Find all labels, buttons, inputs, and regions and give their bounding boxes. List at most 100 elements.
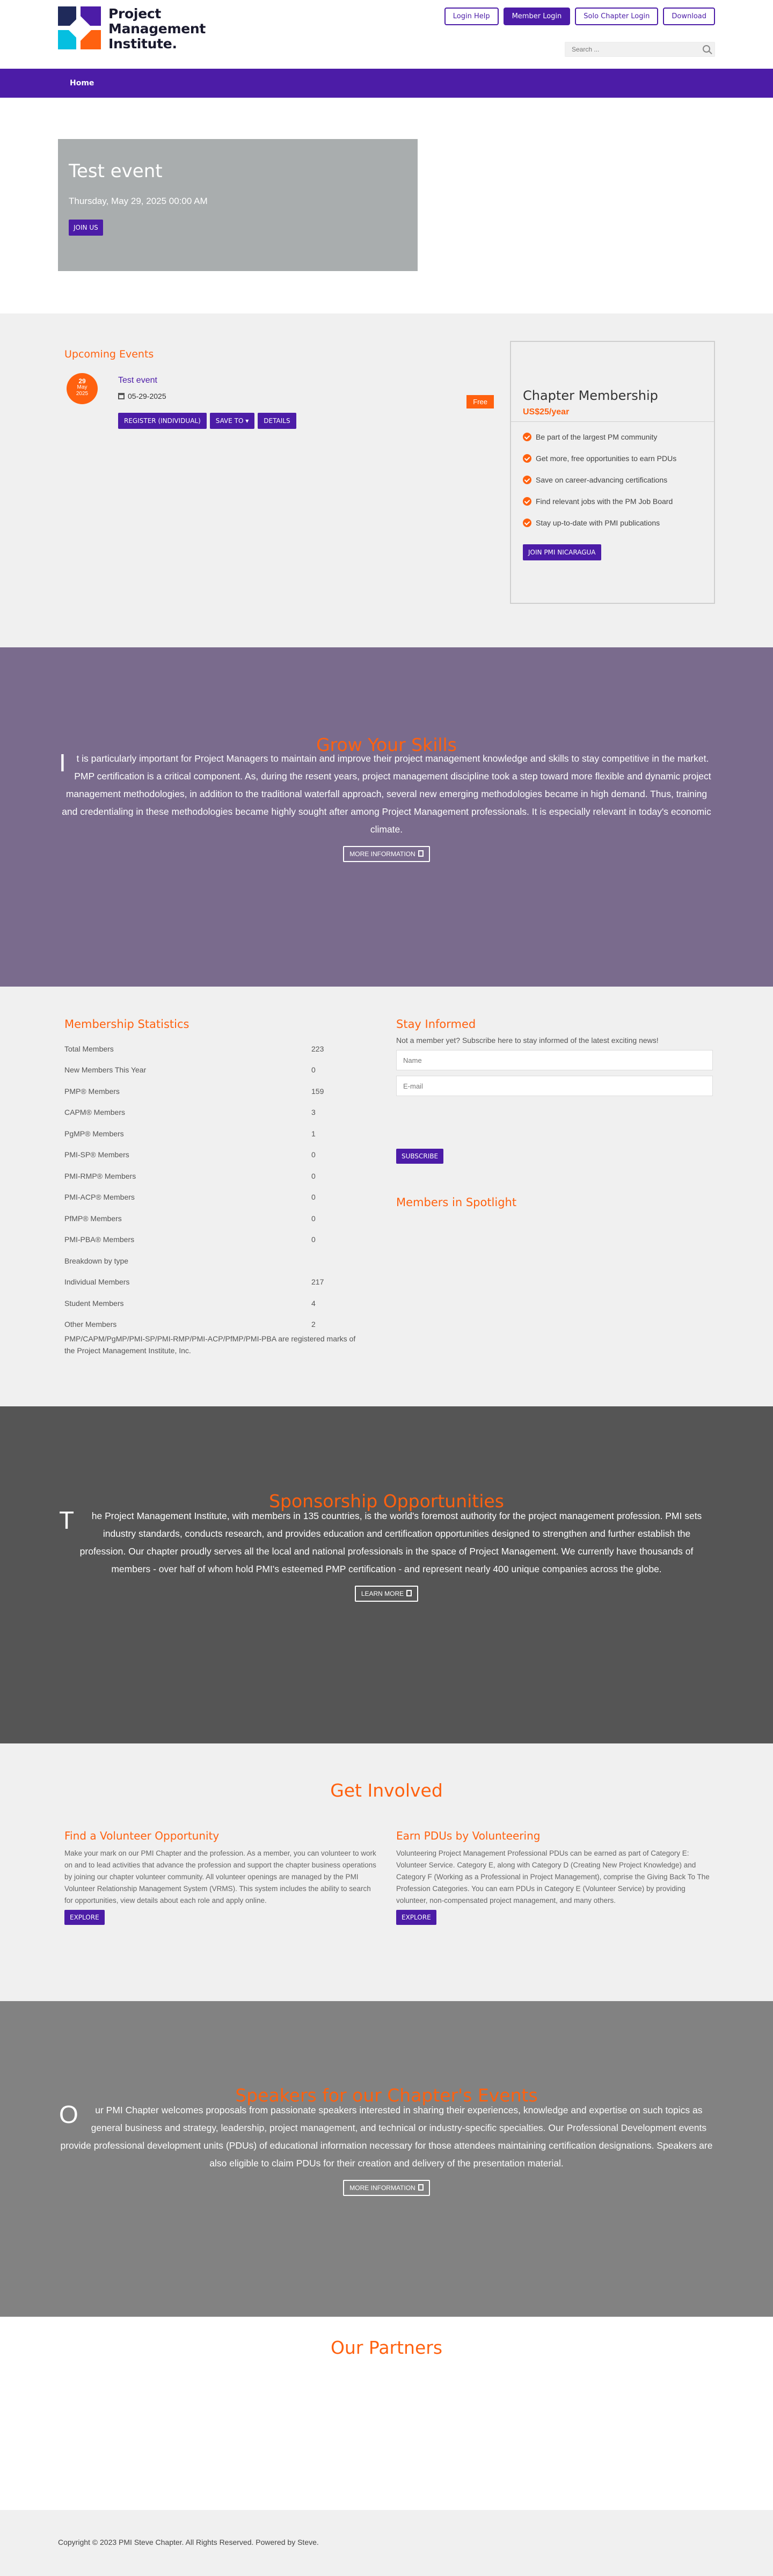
check-circle-icon xyxy=(523,454,531,463)
stats-section: Membership Statistics Total Members 223 Ne… xyxy=(0,987,773,1406)
solo-chapter-login-button[interactable]: Solo Chapter Login xyxy=(575,8,659,25)
stats-label: Total Members xyxy=(64,1044,114,1053)
copyright-text: Copyright © 2023 PMI Steve Chapter. All … xyxy=(58,2538,319,2546)
stats-label: PMI-PBA® Members xyxy=(64,1235,135,1244)
stats-label: PMI-RMP® Members xyxy=(64,1171,136,1180)
check-circle-icon xyxy=(523,433,531,441)
document-icon xyxy=(418,850,424,857)
hero-section: Test event Thursday, May 29, 2025 00:00 … xyxy=(0,98,773,313)
check-circle-icon xyxy=(523,497,531,506)
download-button[interactable]: Download xyxy=(663,8,715,25)
email-field[interactable]: E-mail xyxy=(396,1076,713,1096)
stats-row: Breakdown by type xyxy=(64,1250,365,1272)
stats-row: PMI-SP® Members 0 xyxy=(64,1144,365,1166)
search-icon[interactable] xyxy=(703,45,710,53)
pmi-logo[interactable]: Project Management Institute. xyxy=(58,6,206,52)
site-footer: Copyright © 2023 PMI Steve Chapter. All … xyxy=(0,2510,773,2576)
event-item: 29 May 2025 Test event 05-29-2025 REGISTER… xyxy=(64,373,494,437)
document-icon xyxy=(418,2184,424,2191)
stats-row: Other Members 2 xyxy=(64,1314,365,1336)
hero-date: Thursday, May 29, 2025 00:00 AM xyxy=(69,196,208,206)
trademark-note: PMP/CAPM/PgMP/PMI-SP/PMI-RMP/PMI-ACP/PfM… xyxy=(64,1334,356,1355)
free-badge: Free xyxy=(466,395,494,408)
stats-value: 1 xyxy=(311,1129,316,1138)
logo-text: Project Management Institute. xyxy=(108,6,206,52)
benefit-item: Stay up-to-date with PMI publications xyxy=(523,519,714,540)
speakers-section: Speakers for our Chapter's Events Our PM… xyxy=(0,2001,773,2317)
search-input[interactable] xyxy=(565,42,714,56)
stats-row: Student Members 4 xyxy=(64,1293,365,1314)
nav-home[interactable]: Home xyxy=(58,69,94,98)
login-help-button[interactable]: Login Help xyxy=(444,8,499,25)
more-information-button[interactable]: MORE INFORMATION xyxy=(343,2180,430,2196)
stats-value: 0 xyxy=(311,1214,316,1223)
join-pmi-button[interactable]: JOIN PMI NICARAGUA xyxy=(523,544,601,560)
events-section: Upcoming Events 29 May 2025 Test event 05-… xyxy=(0,313,773,647)
more-information-button[interactable]: MORE INFORMATION xyxy=(343,846,430,862)
subscribe-button[interactable]: SUBSCRIBE xyxy=(396,1149,444,1164)
event-date: 05-29-2025 xyxy=(118,392,166,400)
members-spotlight-title: Members in Spotlight xyxy=(396,1196,517,1209)
stats-row: PMI-ACP® Members 0 xyxy=(64,1187,365,1208)
skills-section: Grow Your Skills It is particularly impo… xyxy=(0,647,773,987)
stats-label: Breakdown by type xyxy=(64,1256,129,1265)
volunteer-text: Make your mark on our PMI Chapter and th… xyxy=(64,1849,376,1904)
learn-more-button[interactable]: LEARN MORE xyxy=(354,1586,419,1602)
sponsorship-section: Sponsorship Opportunities The Project Ma… xyxy=(0,1406,773,1743)
stats-label: New Members This Year xyxy=(64,1066,147,1075)
stats-row: PMI-PBA® Members 0 xyxy=(64,1229,365,1251)
pmi-logo-icon xyxy=(58,6,103,52)
event-title-link[interactable]: Test event xyxy=(118,376,157,385)
pdu-column: Earn PDUs by Volunteering Volunteering P… xyxy=(396,1829,713,1925)
stats-value: 4 xyxy=(311,1298,316,1308)
site-header: Project Management Institute. Login Help M… xyxy=(0,0,773,69)
upcoming-events-heading: Upcoming Events xyxy=(64,348,154,360)
stay-informed-title: Stay Informed xyxy=(396,1018,476,1031)
speakers-text: Our PMI Chapter welcomes proposals from … xyxy=(59,2100,713,2169)
save-to-button[interactable]: SAVE TO ▾ xyxy=(209,413,255,429)
explore-volunteer-button[interactable]: EXPLORE xyxy=(64,1910,105,1925)
stats-value: 0 xyxy=(311,1171,316,1180)
stats-value: 159 xyxy=(311,1086,324,1096)
stats-value: 223 xyxy=(311,1044,324,1053)
benefit-item: Save on career-advancing certifications xyxy=(523,476,714,497)
stats-label: PMI-SP® Members xyxy=(64,1150,129,1159)
benefits-list: Be part of the largest PM community Get … xyxy=(511,422,714,540)
hero-banner: Test event Thursday, May 29, 2025 00:00 … xyxy=(58,139,418,271)
stats-label: Individual Members xyxy=(64,1278,130,1287)
document-icon xyxy=(406,1590,412,1596)
check-circle-icon xyxy=(523,519,531,527)
stats-value: 0 xyxy=(311,1235,316,1244)
get-involved-section: Get Involved Find a Volunteer Opportunit… xyxy=(0,1743,773,2001)
register-button[interactable]: REGISTER (INDIVIDUAL) xyxy=(118,413,207,429)
benefit-item: Be part of the largest PM community xyxy=(523,433,714,454)
stats-value: 2 xyxy=(311,1320,316,1329)
stats-row: PfMP® Members 0 xyxy=(64,1208,365,1229)
stats-label: Other Members xyxy=(64,1320,117,1329)
details-button[interactable]: DETAILS xyxy=(258,413,296,429)
subscribe-text: Not a member yet? Subscribe here to stay… xyxy=(396,1036,659,1045)
name-field[interactable]: Name xyxy=(396,1050,713,1070)
stats-label: CAPM® Members xyxy=(64,1108,125,1117)
main-nav: Home xyxy=(0,69,773,98)
event-buttons: REGISTER (INDIVIDUAL) SAVE TO ▾ DETAILS xyxy=(118,413,296,429)
benefit-item: Find relevant jobs with the PM Job Board xyxy=(523,497,714,519)
event-date-badge: 29 May 2025 xyxy=(67,373,98,404)
stats-row: PMP® Members 159 xyxy=(64,1081,365,1102)
join-us-button[interactable]: JOIN US xyxy=(69,220,103,236)
member-login-button[interactable]: Member Login xyxy=(503,8,571,25)
chevron-down-icon: ▾ xyxy=(245,417,249,425)
stats-label: PMP® Members xyxy=(64,1086,120,1096)
hero-title: Test event xyxy=(69,160,163,182)
pdu-title: Earn PDUs by Volunteering xyxy=(396,1829,541,1842)
benefit-item: Get more, free opportunities to earn PDU… xyxy=(523,454,714,476)
explore-pdu-button[interactable]: EXPLORE xyxy=(396,1910,436,1925)
stats-row: CAPM® Members 3 xyxy=(64,1102,365,1123)
stats-title: Membership Statistics xyxy=(64,1018,189,1031)
membership-statistics: Membership Statistics Total Members 223 Ne… xyxy=(64,1018,365,1356)
stay-informed: Stay Informed Not a member yet? Subscrib… xyxy=(396,1018,715,1209)
get-involved-title: Get Involved xyxy=(330,1780,443,1801)
stats-row: Individual Members 217 xyxy=(64,1272,365,1293)
membership-card: Chapter Membership US$25/year Be part of… xyxy=(510,341,715,604)
stats-value: 0 xyxy=(311,1066,316,1075)
